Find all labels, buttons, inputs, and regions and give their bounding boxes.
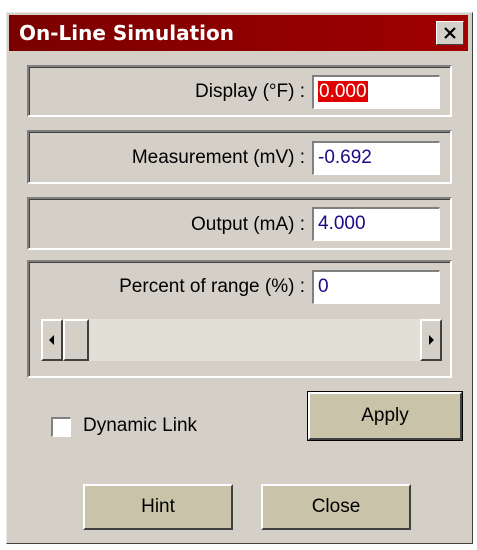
hint-button[interactable]: Hint bbox=[83, 484, 233, 530]
scroll-thumb[interactable] bbox=[63, 319, 89, 361]
window-close-button[interactable] bbox=[436, 21, 464, 45]
close-icon bbox=[444, 27, 456, 39]
dynamic-link-label: Dynamic Link bbox=[83, 415, 198, 436]
display-group: Display (°F) : 0.000 bbox=[27, 65, 452, 117]
percent-scrollbar[interactable] bbox=[41, 319, 442, 361]
percent-field[interactable]: 0 bbox=[312, 270, 440, 304]
output-label: Output (mA) : bbox=[190, 214, 305, 235]
title-bar[interactable]: On-Line Simulation bbox=[9, 15, 468, 51]
apply-button[interactable]: Apply bbox=[307, 391, 463, 441]
output-field[interactable]: 4.000 bbox=[312, 207, 440, 241]
arrow-right-icon bbox=[429, 335, 434, 345]
scroll-left-button[interactable] bbox=[41, 319, 63, 361]
display-field[interactable]: 0.000 bbox=[312, 75, 440, 109]
percent-label: Percent of range (%) : bbox=[119, 276, 305, 297]
percent-group: Percent of range (%) : 0 bbox=[27, 260, 452, 378]
measurement-group: Measurement (mV) : -0.692 bbox=[27, 130, 452, 184]
window-title: On-Line Simulation bbox=[19, 21, 234, 45]
scroll-right-button[interactable] bbox=[420, 319, 442, 361]
measurement-field[interactable]: -0.692 bbox=[312, 141, 440, 175]
display-value: 0.000 bbox=[318, 81, 368, 102]
display-label: Display (°F) : bbox=[195, 81, 305, 102]
dynamic-link-checkbox[interactable] bbox=[51, 417, 71, 437]
measurement-label: Measurement (mV) : bbox=[131, 147, 305, 168]
simulation-dialog: On-Line Simulation Display (°F) : 0.000 … bbox=[6, 12, 473, 544]
arrow-left-icon bbox=[49, 335, 54, 345]
close-button[interactable]: Close bbox=[261, 484, 411, 530]
output-group: Output (mA) : 4.000 bbox=[27, 197, 452, 250]
